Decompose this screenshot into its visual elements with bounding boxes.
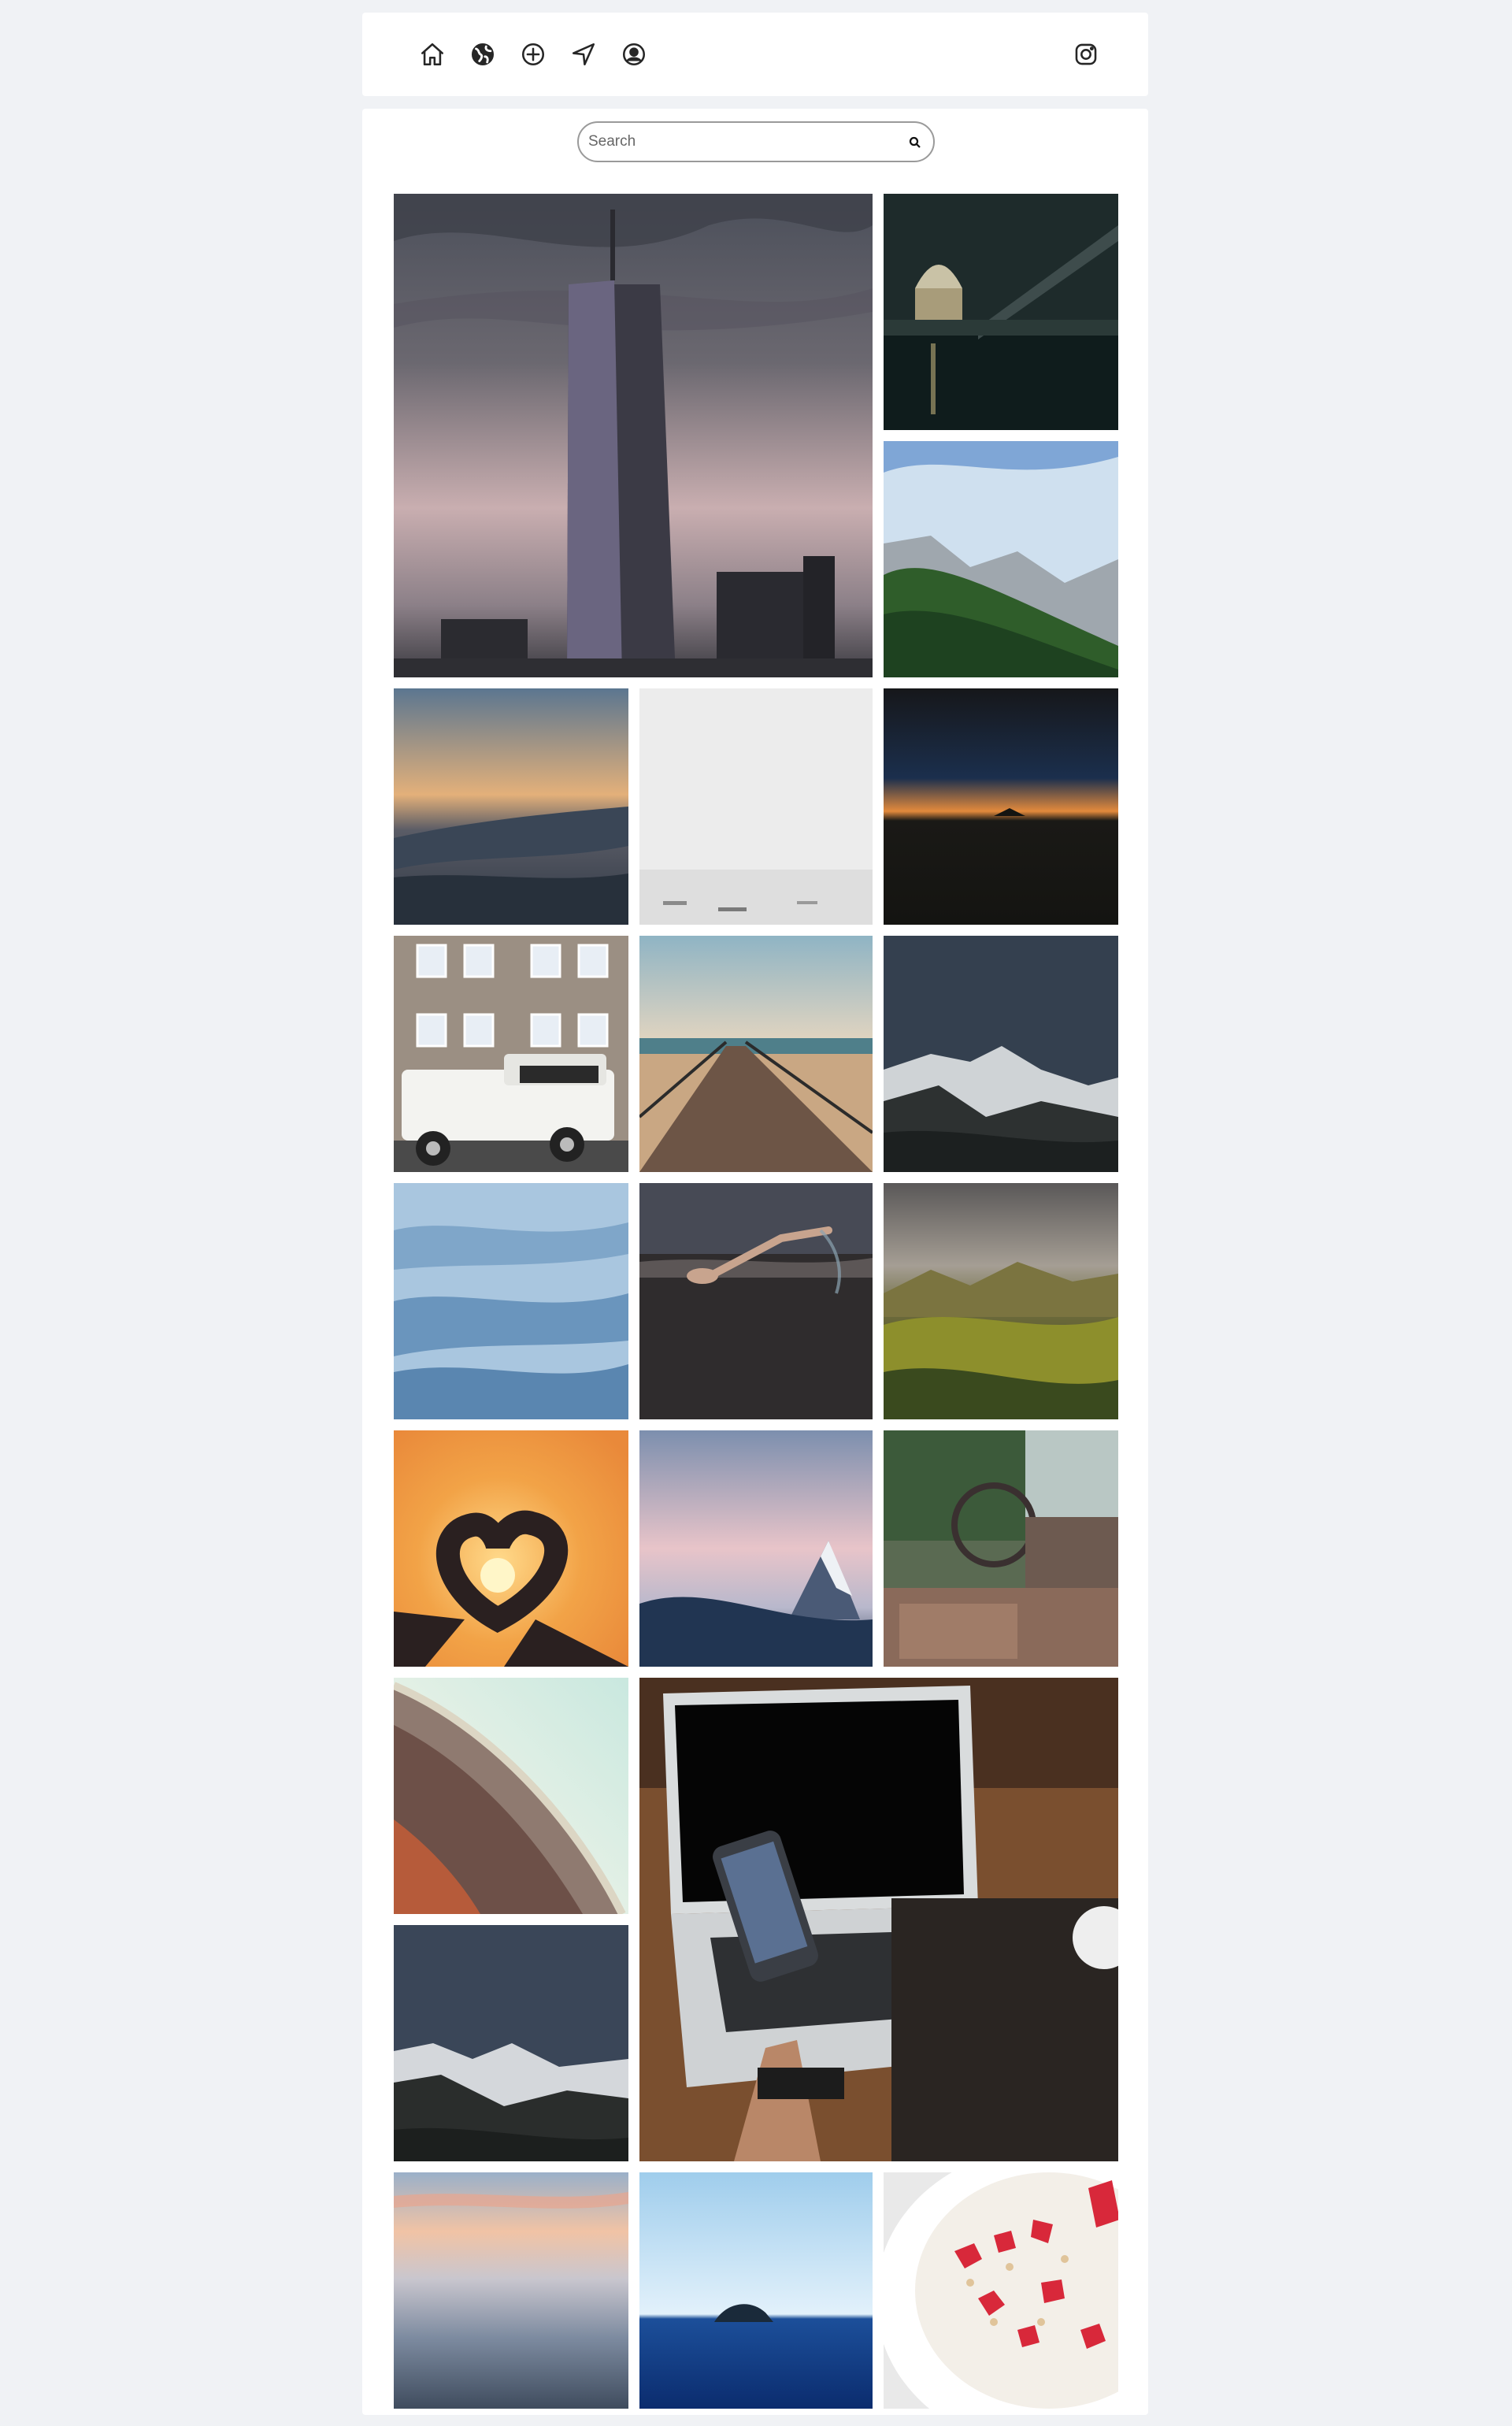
search-input[interactable]: [588, 129, 903, 154]
add-circle-icon[interactable]: [518, 39, 548, 69]
photo-swimmer-in-lake[interactable]: [639, 1183, 873, 1419]
main-content-card: [362, 109, 1148, 2415]
photo-strawberry-yogurt-bowl[interactable]: [884, 2172, 1118, 2409]
photo-wooden-pier[interactable]: [639, 936, 873, 1172]
photo-white-suv-by-building[interactable]: [394, 936, 628, 1172]
photo-green-valley-storm[interactable]: [884, 1183, 1118, 1419]
photo-heart-hands-sunset[interactable]: [394, 1430, 628, 1667]
photo-skyscraper-at-dusk[interactable]: [394, 194, 873, 677]
photo-snowy-mountain-night[interactable]: [884, 936, 1118, 1172]
photo-dark-horizon-glow[interactable]: [884, 688, 1118, 925]
search-bar: [577, 121, 935, 162]
top-navigation-bar: [362, 13, 1148, 96]
photo-blue-sea-island[interactable]: [639, 2172, 873, 2409]
photo-snowy-peak-pink-sky[interactable]: [639, 1430, 873, 1667]
nav-icon-group: [417, 39, 649, 69]
photo-blue-mountain-layers[interactable]: [394, 1183, 628, 1419]
photo-city-bridge-at-night[interactable]: [884, 194, 1118, 430]
photo-snowy-mountains-dusk[interactable]: [394, 1925, 628, 2161]
search-icon[interactable]: [905, 132, 925, 153]
photo-foggy-sea-boats[interactable]: [639, 688, 873, 925]
photo-curved-roof-architecture[interactable]: [394, 1678, 628, 1914]
photo-abandoned-vehicle-interior[interactable]: [884, 1430, 1118, 1667]
photo-green-mountain-valley[interactable]: [884, 441, 1118, 677]
profile-icon[interactable]: [619, 39, 649, 69]
home-icon[interactable]: [417, 39, 447, 69]
globe-icon[interactable]: [468, 39, 498, 69]
photo-laptop-and-phone[interactable]: [639, 1678, 1118, 2161]
instagram-icon[interactable]: [1071, 39, 1101, 69]
photo-pastel-sea-sunset[interactable]: [394, 2172, 628, 2409]
photo-ocean-wave-sunset[interactable]: [394, 688, 628, 925]
navigation-arrow-icon[interactable]: [569, 39, 598, 69]
